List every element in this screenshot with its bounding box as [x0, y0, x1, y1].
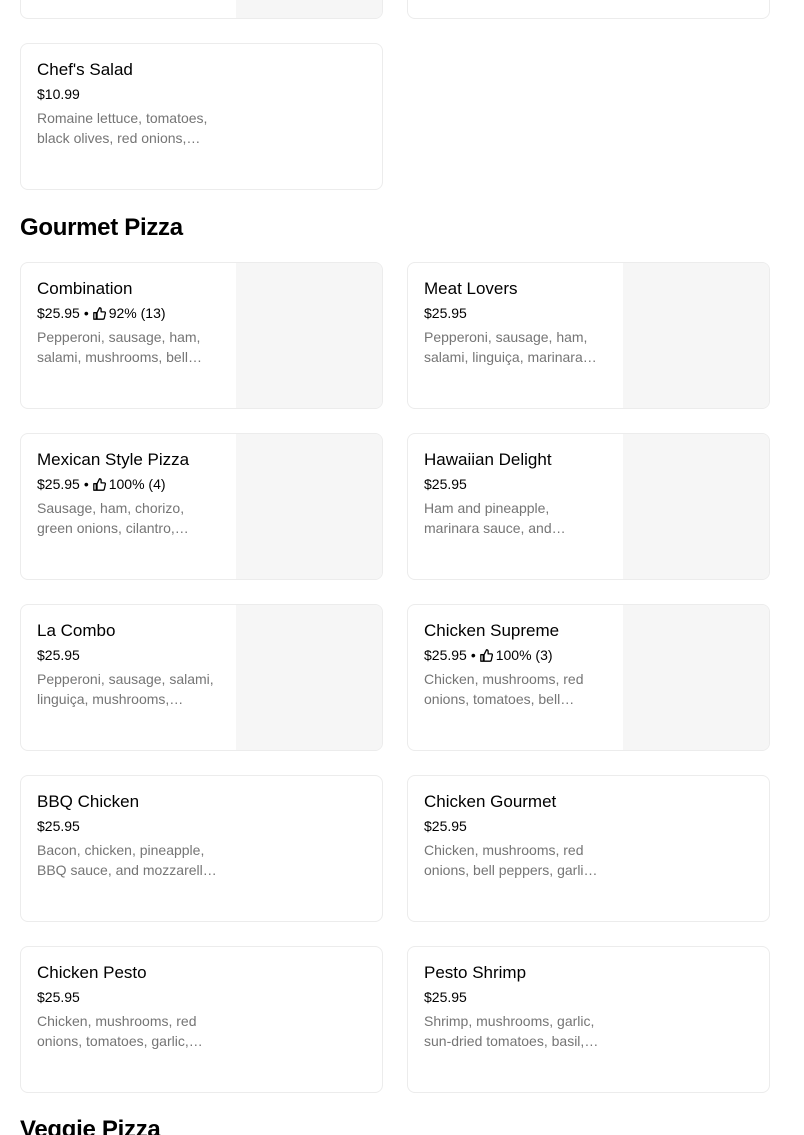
item-image	[236, 0, 382, 18]
item-description: Bacon, chicken, pineapple, BBQ sauce, an…	[37, 842, 211, 878]
item-name: La Combo	[37, 621, 116, 640]
item-price-row: $25.95	[37, 988, 80, 1006]
item-description: Pepperoni, sausage, ham, salami, linguiç…	[424, 329, 588, 365]
item-name: Combination	[37, 279, 133, 298]
item-price: $25.95	[424, 647, 467, 663]
menu-item-card[interactable]: Combination $25.95 • 92% (13) Pepperoni,…	[20, 262, 383, 409]
item-image	[623, 605, 769, 750]
item-price: $25.95	[424, 476, 467, 492]
menu-item-card[interactable]: Chicken Pesto $25.95 Chicken, mushrooms,…	[20, 946, 383, 1093]
menu-item-card[interactable]: Chef's Salad $10.99 Romaine lettuce, tom…	[20, 43, 383, 190]
item-name: Chef's Salad	[37, 60, 133, 79]
item-name: Mexican Style Pizza	[37, 450, 190, 469]
menu-item-card-partial[interactable]	[20, 0, 383, 19]
item-description: Chicken, mushrooms, red onions, tomatoes…	[424, 671, 584, 707]
item-name: Hawaiian Delight	[424, 450, 552, 469]
thumbs-up-icon	[479, 648, 493, 662]
item-price-row: $25.95	[37, 646, 80, 664]
item-price-row: $25.95	[37, 817, 80, 835]
separator-dot: •	[83, 476, 89, 492]
section-title: Veggie Pizza	[20, 1116, 161, 1135]
item-image	[623, 263, 769, 408]
thumbs-up-icon	[92, 477, 106, 491]
item-price-row: $25.95 • 100% (3)	[424, 646, 553, 664]
item-description: Shrimp, mushrooms, garlic, sun-dried tom…	[424, 1013, 595, 1049]
menu-item-card[interactable]: Chicken Supreme $25.95 • 100% (3) Chicke…	[407, 604, 770, 751]
item-price-row: $10.99	[37, 85, 80, 103]
menu-item-card[interactable]: Pesto Shrimp $25.95 Shrimp, mushrooms, g…	[407, 946, 770, 1093]
section-title: Gourmet Pizza	[20, 214, 183, 241]
menu-item-card[interactable]: La Combo $25.95 Pepperoni, sausage, sala…	[20, 604, 383, 751]
item-rating: 100% (4)	[108, 476, 166, 492]
item-description: Chicken, mushrooms, red onions, tomatoes…	[37, 1013, 197, 1049]
item-price: $25.95	[37, 647, 80, 663]
item-description: Ham and pineapple, marinara sauce, and m…	[424, 500, 552, 536]
menu-item-card[interactable]: Mexican Style Pizza $25.95 • 100% (4) Sa…	[20, 433, 383, 580]
item-rating: 92% (13)	[108, 305, 166, 321]
menu-item-card[interactable]: BBQ Chicken $25.95 Bacon, chicken, pinea…	[20, 775, 383, 922]
item-name: Meat Lovers	[424, 279, 518, 298]
item-description: Romaine lettuce, tomatoes, black olives,…	[37, 110, 208, 146]
menu-item-card-partial[interactable]	[407, 0, 770, 19]
item-price: $25.95	[424, 305, 467, 321]
item-name: Chicken Supreme	[424, 621, 560, 640]
item-image	[236, 434, 382, 579]
menu-item-card[interactable]: Meat Lovers $25.95 Pepperoni, sausage, h…	[407, 262, 770, 409]
item-image	[236, 605, 382, 750]
item-price-row: $25.95 • 100% (4)	[37, 475, 166, 493]
item-description: Pepperoni, sausage, salami, linguiça, mu…	[37, 671, 214, 707]
item-price: $25.95	[37, 818, 80, 834]
menu-item-card[interactable]: Hawaiian Delight $25.95 Ham and pineappl…	[407, 433, 770, 580]
item-description: Sausage, ham, chorizo, green onions, cil…	[37, 500, 185, 536]
item-price: $10.99	[37, 86, 80, 102]
item-price-row: $25.95	[424, 817, 467, 835]
item-price: $25.95	[424, 818, 467, 834]
item-image	[623, 434, 769, 579]
item-name: Chicken Gourmet	[424, 792, 557, 811]
item-price: $25.95	[424, 989, 467, 1005]
item-price-row: $25.95	[424, 988, 467, 1006]
item-name: Chicken Pesto	[37, 963, 147, 982]
item-description: Chicken, mushrooms, red onions, bell pep…	[424, 842, 595, 878]
item-price: $25.95	[37, 476, 80, 492]
item-price-row: $25.95	[424, 304, 467, 322]
item-rating: 100% (3)	[495, 647, 553, 663]
thumbs-up-icon	[92, 306, 106, 320]
item-price: $25.95	[37, 305, 80, 321]
item-price-row: $25.95 • 92% (13)	[37, 304, 166, 322]
item-image	[236, 263, 382, 408]
item-price-row: $25.95	[424, 475, 467, 493]
item-price: $25.95	[37, 989, 80, 1005]
item-name: BBQ Chicken	[37, 792, 140, 811]
separator-dot: •	[470, 647, 476, 663]
separator-dot: •	[83, 305, 89, 321]
item-name: Pesto Shrimp	[424, 963, 527, 982]
item-description: Pepperoni, sausage, ham, salami, mushroo…	[37, 329, 201, 365]
menu-item-card[interactable]: Chicken Gourmet $25.95 Chicken, mushroom…	[407, 775, 770, 922]
